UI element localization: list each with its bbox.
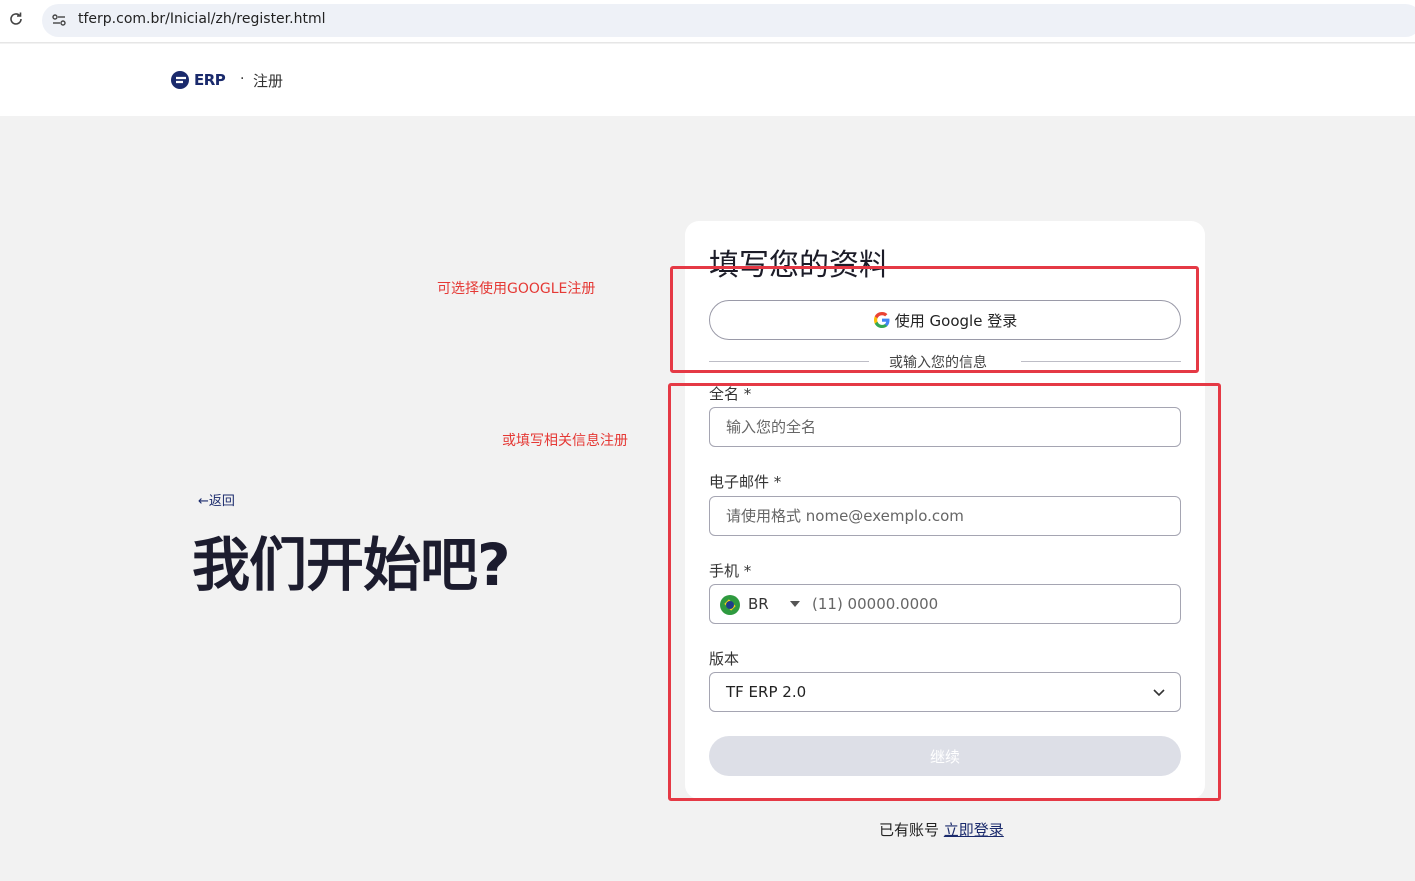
hero-heading: 我们开始吧? xyxy=(192,531,511,599)
login-prompt-text: 已有账号 xyxy=(879,821,940,839)
highlight-box-google xyxy=(670,266,1199,373)
page-title: 注册 xyxy=(253,72,284,90)
login-link[interactable]: 立即登录 xyxy=(944,821,1004,839)
annotation-google: 可选择使用GOOGLE注册 xyxy=(437,281,596,297)
site-info-icon[interactable] xyxy=(51,12,67,28)
login-prompt: 已有账号 立即登录 xyxy=(879,819,1004,840)
url-text[interactable]: tferp.com.br/Inicial/zh/register.html xyxy=(78,11,325,27)
header-separator: · xyxy=(240,71,245,87)
logo-text: ERP xyxy=(194,71,226,89)
back-link[interactable]: ←返回 xyxy=(198,490,235,509)
address-bar[interactable]: tferp.com.br/Inicial/zh/register.html xyxy=(42,4,1415,37)
browser-bar: tferp.com.br/Inicial/zh/register.html xyxy=(0,0,1415,43)
highlight-box-form xyxy=(668,383,1221,801)
logo[interactable]: ERP xyxy=(170,70,226,90)
site-header: ERP · 注册 xyxy=(0,44,1415,116)
annotation-form: 或填写相关信息注册 xyxy=(502,433,628,449)
logo-icon xyxy=(171,71,189,89)
reload-icon[interactable] xyxy=(6,11,26,31)
